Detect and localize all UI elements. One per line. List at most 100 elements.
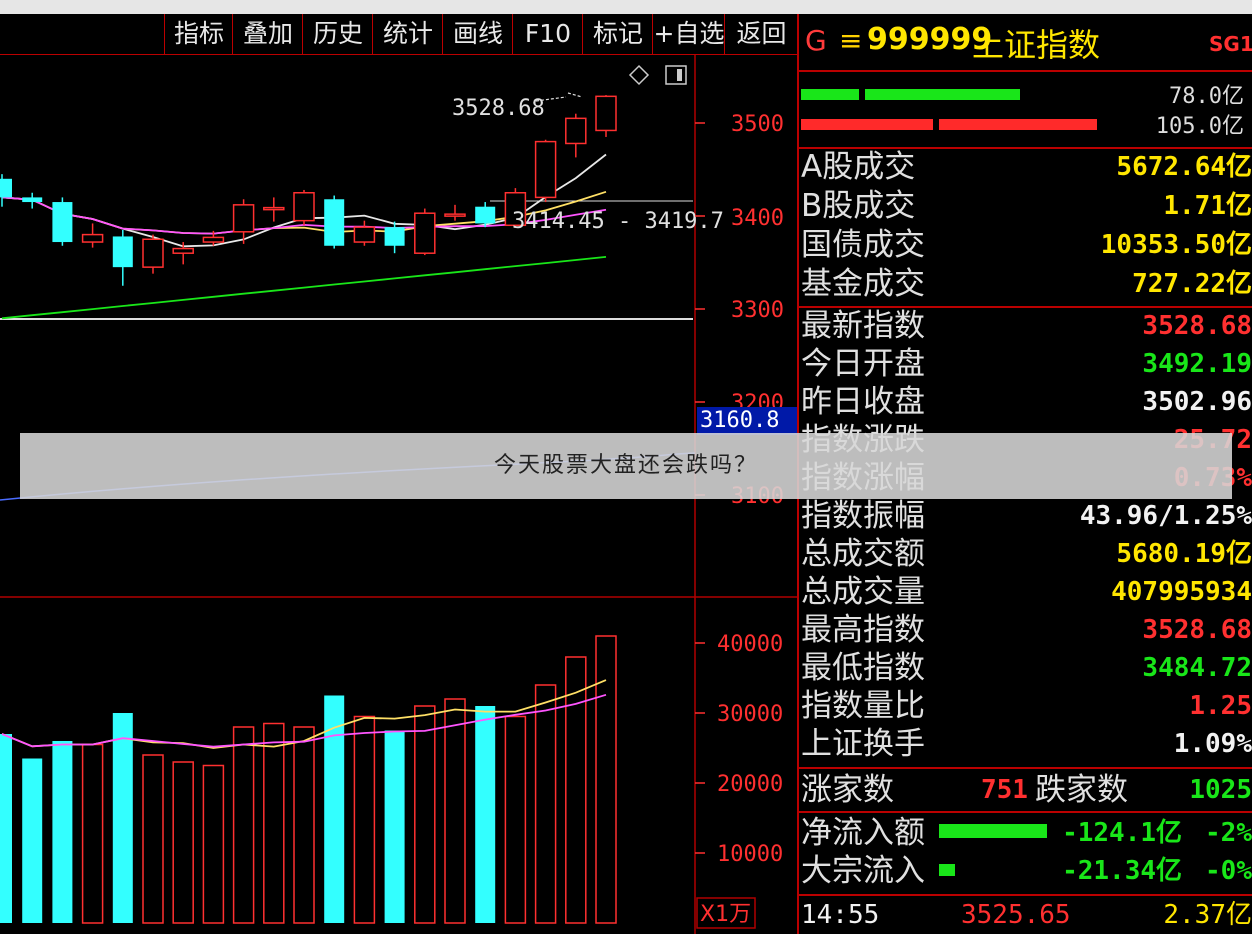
index-stat-row: 总成交额 5680.19亿 xyxy=(799,535,1252,573)
panel-toggle-icon[interactable] xyxy=(665,65,687,85)
candle-body xyxy=(414,212,436,254)
turnover-label: 国债成交 xyxy=(801,227,925,263)
volume-bar xyxy=(384,730,405,923)
volume-bar xyxy=(475,706,496,923)
chart-toolbar: 指标 叠加 历史 统计 画线 F10 标记 +自选 返回 xyxy=(0,14,797,55)
diamond-icon[interactable] xyxy=(628,64,650,86)
index-stat-label: 总成交额 xyxy=(801,536,925,572)
volume-bar xyxy=(0,734,12,923)
draw-line-button[interactable]: 画线 xyxy=(442,14,513,54)
advance-decline-row: 涨家数 751 跌家数 1025 xyxy=(799,771,1252,809)
rise-label: 涨家数 xyxy=(801,772,894,808)
index-stat-label: 指数振幅 xyxy=(801,498,925,534)
volume-series xyxy=(0,635,617,924)
index-name: 上证指数 xyxy=(972,26,1101,64)
g-icon[interactable]: G xyxy=(805,24,827,57)
index-stat-row: 指数振幅 43.96/1.25% xyxy=(799,497,1252,535)
caption-banner: 今天股票大盘还会跌吗？ xyxy=(20,433,1232,499)
index-stat-value: 1.25 xyxy=(1189,691,1252,721)
index-stat-row: 最高指数 3528.68 xyxy=(799,611,1252,649)
rise-count: 751 xyxy=(981,775,1028,805)
index-stat-row: 最新指数 3528.68 xyxy=(799,307,1252,345)
mark-button[interactable]: 标记 xyxy=(582,14,653,54)
add-watchlist-button[interactable]: +自选 xyxy=(652,14,725,54)
sell-bar xyxy=(939,119,1097,130)
price-tick: 3300 xyxy=(731,298,784,323)
price-tick: 3400 xyxy=(731,206,784,231)
index-stat-row: 总成交量 407995934 xyxy=(799,573,1252,611)
block-inflow-label: 大宗流入 xyxy=(801,853,925,889)
turnover-row: B股成交 1.71亿 xyxy=(799,187,1252,225)
buy-bar xyxy=(865,89,1020,100)
volume-bar xyxy=(52,741,73,923)
candlestick-series xyxy=(0,95,617,286)
index-stat-label: 昨日收盘 xyxy=(801,384,925,420)
volume-bar xyxy=(232,726,255,924)
volume-tick: 40000 xyxy=(717,632,783,657)
turnover-value: 727.22亿 xyxy=(1132,269,1252,299)
candle-body xyxy=(232,204,255,233)
volume-bar xyxy=(263,722,285,924)
window-top-strip xyxy=(0,0,1252,14)
candle-body xyxy=(293,192,315,222)
index-stat-value: 3528.68 xyxy=(1142,615,1252,645)
block-inflow-pct: -0% xyxy=(1205,856,1252,886)
index-stat-value: 3492.19 xyxy=(1142,349,1252,379)
sell-bar xyxy=(801,119,933,130)
block-inflow-row: 大宗流入 -21.34亿 -0% xyxy=(799,852,1252,890)
candle-body xyxy=(353,226,376,243)
candle-body xyxy=(534,140,557,199)
volume-bar xyxy=(112,713,133,923)
turnover-label: B股成交 xyxy=(801,188,916,224)
candle-body xyxy=(52,202,73,243)
panel-title: G ≡ 999999 上证指数 SG1 xyxy=(799,14,1252,70)
volume-bar xyxy=(172,761,194,924)
volume-tick: 20000 xyxy=(717,772,783,797)
candle-body xyxy=(444,213,466,217)
index-stat-value: 3502.96 xyxy=(1142,387,1252,417)
current-price-tag: 3160.8 xyxy=(697,407,797,435)
block-inflow-bar xyxy=(939,864,955,876)
candle-body xyxy=(142,238,164,268)
fall-count: 1025 xyxy=(1189,775,1252,805)
candle-body xyxy=(475,206,496,224)
block-inflow-value: -21.34亿 xyxy=(1062,856,1182,886)
candle-body xyxy=(384,227,405,246)
turnover-row: 国债成交 10353.50亿 xyxy=(799,226,1252,264)
volume-bar xyxy=(595,635,617,924)
index-stat-value: 43.96/1.25% xyxy=(1079,501,1252,531)
index-stat-value: 407995934 xyxy=(1111,577,1252,607)
candle-body xyxy=(324,199,345,246)
index-stat-row: 最低指数 3484.72 xyxy=(799,649,1252,687)
candle-body xyxy=(172,247,194,254)
statistics-button[interactable]: 统计 xyxy=(372,14,443,54)
net-inflow-pct: -2% xyxy=(1205,818,1252,848)
candle-body xyxy=(0,178,12,198)
volume-unit-label: X1万 xyxy=(700,902,751,927)
candle-body xyxy=(81,233,104,243)
turnover-label: 基金成交 xyxy=(801,266,925,302)
back-button[interactable]: 返回 xyxy=(724,14,798,54)
buy-amount: 78.0亿 xyxy=(1169,84,1244,109)
buy-bar xyxy=(801,89,859,100)
net-inflow-bar xyxy=(939,824,1047,838)
history-button[interactable]: 历史 xyxy=(302,14,373,54)
index-stat-label: 最低指数 xyxy=(801,650,925,686)
turnover-label: A股成交 xyxy=(801,149,916,185)
menu-icon[interactable]: ≡ xyxy=(839,24,862,57)
volume-bar xyxy=(534,684,557,924)
index-stat-label: 最新指数 xyxy=(801,308,925,344)
volume-bar xyxy=(565,656,587,924)
indicator-button[interactable]: 指标 xyxy=(164,14,233,54)
f10-button[interactable]: F10 xyxy=(512,14,583,54)
tick-time: 14:55 xyxy=(801,900,880,930)
net-inflow-value: -124.1亿 xyxy=(1062,818,1182,848)
last-tick-row: 14:55 3525.65 2.37亿 xyxy=(799,896,1252,934)
index-stat-label: 上证换手 xyxy=(801,726,925,762)
candle-body xyxy=(112,236,133,268)
high-price-label: 3528.68 xyxy=(452,96,545,121)
index-badge: SG1 xyxy=(1209,32,1252,56)
candle-body xyxy=(202,236,225,243)
overlay-button[interactable]: 叠加 xyxy=(232,14,303,54)
volume-bar xyxy=(22,758,43,923)
